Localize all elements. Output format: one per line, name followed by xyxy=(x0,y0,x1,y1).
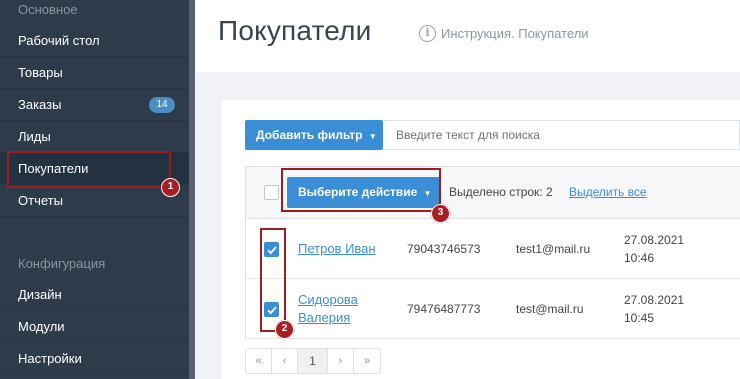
caret-down-icon: ▼ xyxy=(423,189,432,198)
search-input[interactable] xyxy=(383,120,740,150)
help-link[interactable]: i Инструкция. Покупатели xyxy=(419,25,589,42)
page-title: Покупатели xyxy=(218,15,372,46)
customer-time: 10:45 xyxy=(624,311,655,325)
info-circle-icon: i xyxy=(419,25,436,42)
customer-time: 10:46 xyxy=(624,251,655,265)
add-filter-label: Добавить фильтр xyxy=(256,128,363,142)
sidebar-item-design[interactable]: Дизайн xyxy=(0,279,189,311)
annotation-marker-1: 1 xyxy=(161,178,180,197)
sidebar-item-label: Отчеты xyxy=(18,193,63,208)
sidebar-item-label: Покупатели xyxy=(18,161,89,176)
customer-email: test@mail.ru xyxy=(516,302,584,316)
selected-rows-count: Выделено строк: 2 xyxy=(449,185,553,199)
caret-down-icon: ▼ xyxy=(368,132,377,141)
customer-date: 27.08.2021 xyxy=(624,293,685,307)
sidebar-item-label: Модули xyxy=(18,319,65,334)
table-header: Выберите действие ▼ Выделено строк: 2 Вы… xyxy=(246,167,740,219)
page-next-button[interactable]: › xyxy=(328,349,354,373)
customer-name-link-line2[interactable]: Валерия xyxy=(298,309,350,327)
page-prev-button[interactable]: ‹ xyxy=(272,349,298,373)
orders-count-badge: 14 xyxy=(149,97,175,113)
sidebar-item-leads[interactable]: Лиды xyxy=(0,121,189,153)
sidebar-section-config: Конфигурация xyxy=(18,256,106,271)
pagination: « ‹ 1 › » xyxy=(245,348,381,374)
page-header: Покупатели i Инструкция. Покупатели xyxy=(195,0,740,72)
page-last-button[interactable]: » xyxy=(354,349,380,373)
sidebar-item-modules[interactable]: Модули xyxy=(0,311,189,343)
customer-date: 27.08.2021 xyxy=(624,233,685,247)
customer-email: test1@mail.ru xyxy=(516,242,591,256)
app-window: Основное Рабочий стол Товары Заказы 14 Л… xyxy=(0,0,740,379)
checkmark-icon xyxy=(267,306,277,315)
sidebar-item-label: Рабочий стол xyxy=(18,33,100,48)
sidebar-item-label: Дизайн xyxy=(18,287,62,302)
customer-name-link[interactable]: Петров Иван xyxy=(298,240,376,258)
customer-name-link[interactable]: Сидорова xyxy=(298,291,358,309)
sidebar-item-label: Лиды xyxy=(18,129,51,144)
sidebar-item-products[interactable]: Товары xyxy=(0,57,189,89)
sidebar-item-settings[interactable]: Настройки xyxy=(0,343,189,375)
customer-phone: 79043746573 xyxy=(407,242,481,256)
choose-action-button[interactable]: Выберите действие ▼ xyxy=(287,177,440,208)
sidebar-item-label: Товары xyxy=(18,65,63,80)
row-checkbox[interactable] xyxy=(264,242,279,257)
add-filter-button[interactable]: Добавить фильтр ▼ xyxy=(245,120,383,150)
checkmark-icon xyxy=(267,246,277,255)
page-first-button[interactable]: « xyxy=(246,349,272,373)
sidebar-section-main: Основное xyxy=(18,2,78,17)
annotation-marker-2: 2 xyxy=(275,320,294,339)
sidebar-item-label: Заказы xyxy=(18,97,62,112)
help-label: Инструкция. Покупатели xyxy=(441,26,589,41)
table-row: Петров Иван 79043746573 test1@mail.ru 27… xyxy=(246,219,740,279)
choose-action-label: Выберите действие xyxy=(298,185,418,199)
sidebar-item-orders[interactable]: Заказы 14 xyxy=(0,89,189,121)
sidebar-item-customers[interactable]: Покупатели xyxy=(0,153,189,185)
customers-table: Выберите действие ▼ Выделено строк: 2 Вы… xyxy=(245,166,740,339)
sidebar-item-label: Настройки xyxy=(18,351,82,366)
annotation-marker-3: 3 xyxy=(431,204,450,223)
table-row: Сидорова Валерия 79476487773 test@mail.r… xyxy=(246,279,740,339)
row-checkbox[interactable] xyxy=(264,302,279,317)
select-all-checkbox[interactable] xyxy=(264,185,279,200)
select-all-link[interactable]: Выделить все xyxy=(569,185,647,199)
sidebar-item-dashboard[interactable]: Рабочий стол xyxy=(0,25,189,57)
page-current-button[interactable]: 1 xyxy=(298,349,328,373)
customer-phone: 79476487773 xyxy=(407,302,481,316)
